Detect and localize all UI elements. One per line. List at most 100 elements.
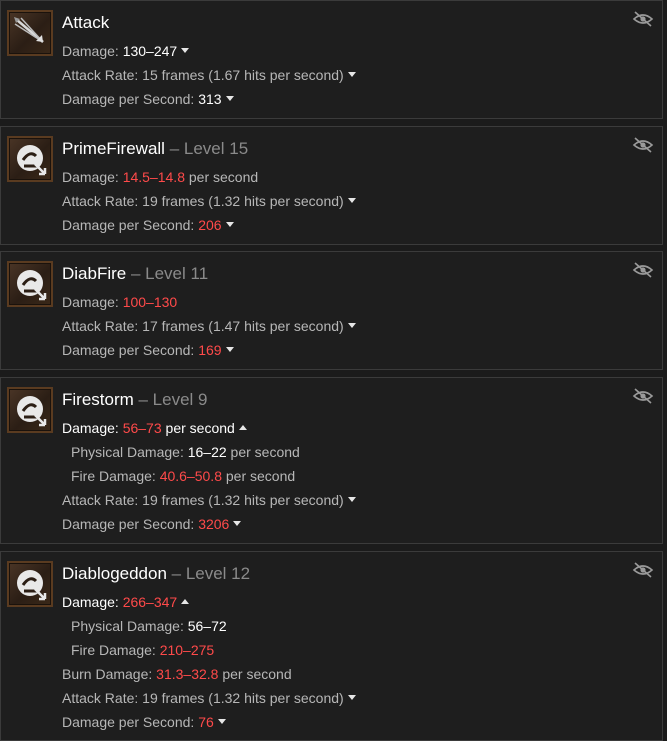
dps-row[interactable]: Damage per Second: 169: [62, 341, 234, 359]
hide-eye-icon[interactable]: [632, 137, 654, 153]
physical-damage-label: Physical Damage:: [71, 618, 188, 634]
damage-row[interactable]: Damage: 130–247: [62, 42, 190, 60]
attack-card: Attack Damage: 130–247 Attack Rate: 15 f…: [0, 0, 663, 119]
skill-icon: [7, 561, 53, 607]
card-title: Firestorm – Level 9: [62, 389, 208, 411]
fire-damage-value: 210–275: [159, 642, 215, 658]
damage-suffix: per second: [161, 420, 235, 436]
fire-damage-label: Fire Damage:: [71, 642, 160, 658]
physical-damage-value: 16–22: [187, 444, 227, 460]
skill-level: – Level 15: [164, 139, 249, 158]
arrows-icon: [7, 10, 53, 56]
diablogeddon-card: Diablogeddon – Level 12 Damage: 266–347 …: [0, 551, 663, 741]
chevron-down-icon[interactable]: [347, 72, 356, 77]
attack-rate-label: Attack Rate:: [62, 67, 143, 83]
dps-value: 169: [198, 342, 222, 358]
dps-label: Damage per Second:: [62, 714, 199, 730]
dps-label: Damage per Second:: [62, 91, 199, 107]
dps-value: 3206: [198, 516, 230, 532]
skill-level: – Level 9: [133, 390, 208, 409]
damage-value: 14.5–14.8: [122, 169, 185, 185]
damage-label: Damage:: [62, 594, 123, 610]
hide-eye-icon[interactable]: [632, 262, 654, 278]
damage-value: 56–73: [122, 420, 162, 436]
burn-damage-suffix: per second: [218, 666, 292, 682]
chevron-down-icon[interactable]: [233, 521, 242, 526]
damage-label: Damage:: [62, 420, 123, 436]
attack-rate-row[interactable]: Attack Rate: 19 frames (1.32 hits per se…: [62, 689, 356, 707]
attack-rate-label: Attack Rate:: [62, 318, 143, 334]
skill-name: Attack: [62, 13, 110, 32]
damage-row: Damage: 100–130: [62, 293, 177, 311]
card-title: Attack: [62, 12, 109, 34]
skill-name: DiabFire: [62, 264, 127, 283]
dps-row[interactable]: Damage per Second: 76: [62, 713, 226, 731]
attack-rate-label: Attack Rate:: [62, 690, 143, 706]
skill-level: – Level 11: [126, 264, 209, 283]
fire-damage-row: Fire Damage: 210–275: [71, 641, 214, 659]
attack-rate-value: 19 frames (1.32 hits per second): [142, 492, 344, 508]
primefirewall-card: PrimeFirewall – Level 15 Damage: 14.5–14…: [0, 126, 663, 245]
damage-value: 266–347: [122, 594, 178, 610]
attack-rate-value: 15 frames (1.67 hits per second): [142, 67, 344, 83]
fire-damage-row: Fire Damage: 40.6–50.8 per second: [71, 467, 295, 485]
diabfire-card: DiabFire – Level 11 Damage: 100–130 Atta…: [0, 251, 663, 370]
dps-label: Damage per Second:: [62, 342, 199, 358]
attack-rate-row[interactable]: Attack Rate: 15 frames (1.67 hits per se…: [62, 66, 356, 84]
chevron-down-icon[interactable]: [347, 198, 356, 203]
damage-row: Damage: 14.5–14.8 per second: [62, 168, 258, 186]
fire-damage-label: Fire Damage:: [71, 468, 160, 484]
skill-name: PrimeFirewall: [62, 139, 165, 158]
attack-rate-value: 19 frames (1.32 hits per second): [142, 193, 344, 209]
attack-rate-label: Attack Rate:: [62, 193, 143, 209]
physical-damage-value: 56–72: [187, 618, 227, 634]
skill-level: – Level 12: [166, 564, 251, 583]
dps-row[interactable]: Damage per Second: 3206: [62, 515, 242, 533]
damage-value: 130–247: [122, 43, 178, 59]
chevron-down-icon[interactable]: [181, 48, 190, 53]
dps-value: 313: [198, 91, 222, 107]
attack-rate-value: 17 frames (1.47 hits per second): [142, 318, 344, 334]
physical-damage-row: Physical Damage: 56–72: [71, 617, 227, 635]
chevron-down-icon[interactable]: [225, 222, 234, 227]
burn-damage-row: Burn Damage: 31.3–32.8 per second: [62, 665, 292, 683]
damage-row[interactable]: Damage: 266–347: [62, 593, 190, 611]
damage-label: Damage:: [62, 294, 123, 310]
hide-eye-icon[interactable]: [632, 11, 654, 27]
attack-rate-row[interactable]: Attack Rate: 17 frames (1.47 hits per se…: [62, 317, 356, 335]
chevron-up-icon[interactable]: [181, 599, 190, 604]
dps-label: Damage per Second:: [62, 217, 199, 233]
physical-damage-label: Physical Damage:: [71, 444, 188, 460]
damage-row[interactable]: Damage: 56–73 per second: [62, 419, 247, 437]
chevron-down-icon[interactable]: [347, 497, 356, 502]
firestorm-card: Firestorm – Level 9 Damage: 56–73 per se…: [0, 377, 663, 544]
card-title: PrimeFirewall – Level 15: [62, 138, 248, 160]
chevron-down-icon[interactable]: [225, 347, 234, 352]
attack-rate-row[interactable]: Attack Rate: 19 frames (1.32 hits per se…: [62, 192, 356, 210]
attack-rate-label: Attack Rate:: [62, 492, 143, 508]
chevron-down-icon[interactable]: [217, 719, 226, 724]
dps-label: Damage per Second:: [62, 516, 199, 532]
hide-eye-icon[interactable]: [632, 562, 654, 578]
dps-row[interactable]: Damage per Second: 313: [62, 90, 234, 108]
chevron-up-icon[interactable]: [238, 425, 247, 430]
physical-damage-suffix: per second: [226, 444, 300, 460]
chevron-down-icon[interactable]: [347, 323, 356, 328]
damage-suffix: per second: [185, 169, 259, 185]
dps-value: 206: [198, 217, 222, 233]
skill-name: Firestorm: [62, 390, 134, 409]
dps-value: 76: [198, 714, 214, 730]
attack-rate-value: 19 frames (1.32 hits per second): [142, 690, 344, 706]
attack-rate-row[interactable]: Attack Rate: 19 frames (1.32 hits per se…: [62, 491, 356, 509]
dps-row[interactable]: Damage per Second: 206: [62, 216, 234, 234]
hide-eye-icon[interactable]: [632, 388, 654, 404]
card-title: DiabFire – Level 11: [62, 263, 208, 285]
burn-damage-value: 31.3–32.8: [156, 666, 219, 682]
chevron-down-icon[interactable]: [347, 695, 356, 700]
skill-icon: [7, 261, 53, 307]
fire-damage-value: 40.6–50.8: [159, 468, 222, 484]
card-title: Diablogeddon – Level 12: [62, 563, 250, 585]
burn-damage-label: Burn Damage:: [62, 666, 157, 682]
physical-damage-row: Physical Damage: 16–22 per second: [71, 443, 300, 461]
chevron-down-icon[interactable]: [225, 96, 234, 101]
